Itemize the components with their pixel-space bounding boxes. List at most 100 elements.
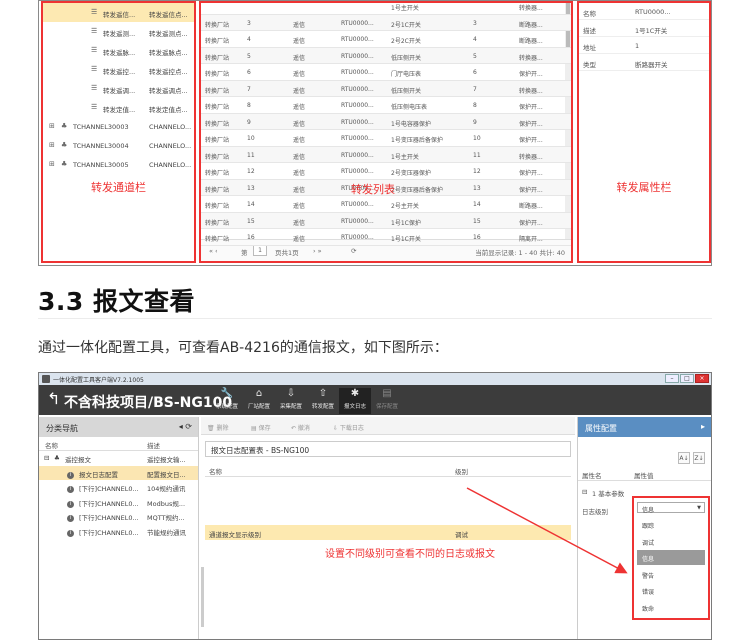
table-row[interactable]: 转换厂站 10 遥信 RTU0000... 1号变压器后备保护 10 保护开... — [201, 130, 571, 147]
dropdown-option[interactable]: 警告 — [637, 567, 705, 582]
table-row[interactable]: 转换厂站 16 遥信 RTU0000... 1号1C开关 16 隔离开... — [201, 229, 571, 246]
table-cell: RTU0000... — [341, 102, 374, 109]
tree-item[interactable]: ☰ 转发遥信... 转发遥信点... — [43, 3, 194, 22]
center-toolbar-button[interactable]: ↶ 撤消 — [291, 423, 310, 432]
dropdown-option[interactable]: 信息 — [637, 550, 705, 565]
table-row[interactable]: 转换厂站 14 遥信 RTU0000... 2号主开关 14 断路器... — [201, 196, 571, 213]
table-cell: 3 — [473, 19, 477, 27]
property-row[interactable]: 类型 断路器开关 — [579, 54, 709, 71]
list-item[interactable]: i [下行]CHANNEL0... MQTT规约... — [39, 509, 198, 524]
list-item[interactable]: i [下行]CHANNEL0... 节能规约通讯 — [39, 524, 198, 539]
dropdown-option[interactable]: 致命 — [637, 600, 705, 615]
dropdown-option[interactable]: 调试 — [637, 534, 705, 549]
tree-item[interactable]: ⊞ ♣ TCHANNEL30003 CHANNELO... — [43, 117, 194, 136]
log-level-select[interactable]: 信息 ▼ — [637, 502, 705, 514]
window-title: 一体化配置工具客户端V7.2.1005 — [53, 377, 144, 384]
table-row[interactable]: 通道报文显示级别 调试 — [205, 525, 571, 540]
toolbar-forward-config[interactable]: ⇧ 转发配置 — [307, 388, 339, 414]
table-row[interactable]: 1号主开关 转换器... — [201, 1, 571, 15]
window-titlebar: 一体化配置工具客户端V7.2.1005 – □ × — [39, 373, 711, 385]
toolbar-message-log[interactable]: ✱ 报文日志 — [339, 388, 371, 414]
table-cell: 转换厂站 — [205, 170, 230, 177]
list-item[interactable]: i [下行]CHANNEL0... Modbus规... — [39, 495, 198, 510]
col-prop-name: 属性名 — [582, 472, 602, 480]
dropdown-option[interactable]: 错误 — [637, 583, 705, 598]
property-name: 类型 — [583, 61, 596, 69]
table-cell: 保护开... — [519, 186, 543, 194]
maximize-icon[interactable]: □ — [680, 374, 694, 383]
table-cell: 保护开... — [519, 137, 543, 144]
table-row[interactable]: 转换厂站 6 遥信 RTU0000... 门厅电压表 6 保护开... — [201, 64, 571, 81]
table-row[interactable]: 转换厂站 9 遥信 RTU0000... 1号电容器保护 9 保护开... — [201, 113, 571, 130]
tree-item[interactable]: ☰ 转发遥测... 转发遥测点... — [43, 22, 194, 41]
property-row[interactable]: 描述 1号1C开关 — [579, 20, 709, 37]
table-cell: 保护开... — [519, 170, 543, 177]
table-cell: 7 — [473, 85, 477, 93]
center-toolbar-button[interactable]: ▤ 保存 — [251, 423, 271, 432]
table-cell: 遥信 — [293, 170, 306, 177]
log-config-table-title: 报文日志配置表 - BS-NG100 — [205, 441, 571, 457]
toolbar-system-config[interactable]: 🔧 系统配置 — [211, 388, 243, 414]
table-row[interactable]: 转换厂站 3 遥信 RTU0000... 2号1C开关 3 断路器... — [201, 14, 571, 31]
table-row[interactable]: 转换厂站 12 遥信 RTU0000... 2号变压器保护 12 保护开... — [201, 163, 571, 180]
tree-item-desc: CHANNELO... — [149, 123, 192, 131]
tree-item-desc: 转发遥控点... — [149, 68, 188, 76]
table-cell: 保护开... — [519, 71, 543, 78]
group-collapse-icon[interactable]: ⊟ — [582, 488, 587, 496]
dropdown-option[interactable]: 跟踪 — [637, 517, 705, 532]
table-row[interactable]: 转换厂站 5 遥信 RTU0000... 低压侧开关 5 转换器... — [201, 47, 571, 64]
center-toolbar-button[interactable]: 🗑 删除 — [207, 423, 229, 432]
collapse-icon[interactable]: ⊟ — [44, 454, 49, 462]
option-label: 警告 — [642, 572, 655, 580]
tree-item[interactable]: ☰ 转发遥调... 转发遥调点... — [43, 79, 194, 98]
table-row[interactable]: 转换厂站 15 遥信 RTU0000... 1号1C保护 15 保护开... — [201, 212, 571, 229]
table-cell: 1号主开关 — [391, 153, 419, 161]
pager-next-buttons[interactable]: › » — [313, 247, 322, 255]
table-row[interactable]: 转换厂站 7 遥信 RTU0000... 低压侧开关 7 转换器... — [201, 80, 571, 97]
back-arrow-icon[interactable]: ↰ — [47, 391, 60, 407]
forward-list-grid: « ‹ 第 1 页共1页 › » ⟳ 当前显示记录: 1 - 40 共计: 40… — [199, 1, 573, 263]
tree-item[interactable]: ⊞ ♣ TCHANNEL30005 CHANNELO... — [43, 155, 194, 174]
expand-icon[interactable]: ▸ — [701, 422, 705, 431]
close-icon[interactable]: × — [695, 374, 709, 383]
tree-item[interactable]: ☰ 转发遥控... 转发遥控点... — [43, 60, 194, 79]
pager-prev-buttons[interactable]: « ‹ — [209, 247, 218, 255]
tree-item-label: 转发遥控... — [103, 68, 136, 76]
table-row[interactable]: 转换厂站 8 遥信 RTU0000... 低压侧电压表 8 保护开... — [201, 97, 571, 114]
option-label: 调试 — [642, 539, 655, 547]
tree-item-desc: 转发遥脉点... — [149, 49, 188, 57]
table-cell: 转换厂站 — [205, 104, 230, 111]
toolbar-station-config[interactable]: ⌂ 厂站配置 — [243, 388, 275, 414]
tree-item-label: 转发遥信... — [103, 11, 136, 19]
list-icon: ☰ — [91, 8, 98, 16]
expand-icon[interactable]: ⊞ — [49, 160, 55, 168]
table-cell: 转换器... — [519, 87, 543, 95]
list-item[interactable]: ⊟ ♣ 遥控报文 遥控报文输... — [39, 451, 198, 466]
tree-item[interactable]: ☰ 转发定值... 转发定值点... — [43, 98, 194, 117]
expand-icon[interactable]: ⊞ — [49, 141, 55, 149]
tree-item[interactable]: ⊞ ♣ TCHANNEL30004 CHANNELO... — [43, 136, 194, 155]
sort-asc-icon[interactable]: A↓ — [678, 452, 690, 464]
center-toolbar-button[interactable]: ⇩ 下载日志 — [333, 423, 364, 432]
table-row[interactable]: 转换厂站 11 遥信 RTU0000... 1号主开关 11 转换器... — [201, 146, 571, 163]
list-item[interactable]: i [下行]CHANNEL0... 104规约通讯 — [39, 480, 198, 495]
pager-page-input[interactable]: 1 — [253, 245, 267, 256]
refresh-icon[interactable]: ⟳ — [351, 247, 356, 255]
minimize-icon[interactable]: – — [665, 374, 679, 383]
table-cell: 11 — [473, 151, 481, 159]
collapse-refresh-icons[interactable]: ◂ ⟳ — [179, 422, 192, 431]
list-item[interactable]: i 报文日志配置 配置报文日... — [39, 465, 198, 480]
table-cell: 遥信 — [293, 186, 306, 194]
property-row[interactable]: 地址 1 — [579, 37, 709, 54]
table-cell: 隔离开... — [519, 236, 543, 243]
panel-splitter[interactable] — [201, 567, 204, 627]
table-row[interactable]: 转换厂站 4 遥信 RTU0000... 2号2C开关 4 断路器... — [201, 31, 571, 48]
toolbar-collect-config[interactable]: ⇩ 采集配置 — [275, 388, 307, 414]
property-row[interactable]: 名称 RTU0000... — [579, 3, 709, 20]
tree-item[interactable]: ☰ 转发遥脉... 转发遥脉点... — [43, 41, 194, 60]
table-cell: 转换器... — [519, 153, 543, 161]
property-columns: 属性名 属性值 — [578, 467, 711, 481]
table-cell: 遥信 — [293, 153, 306, 161]
sort-desc-icon[interactable]: Z↓ — [693, 452, 705, 464]
expand-icon[interactable]: ⊞ — [49, 122, 55, 130]
